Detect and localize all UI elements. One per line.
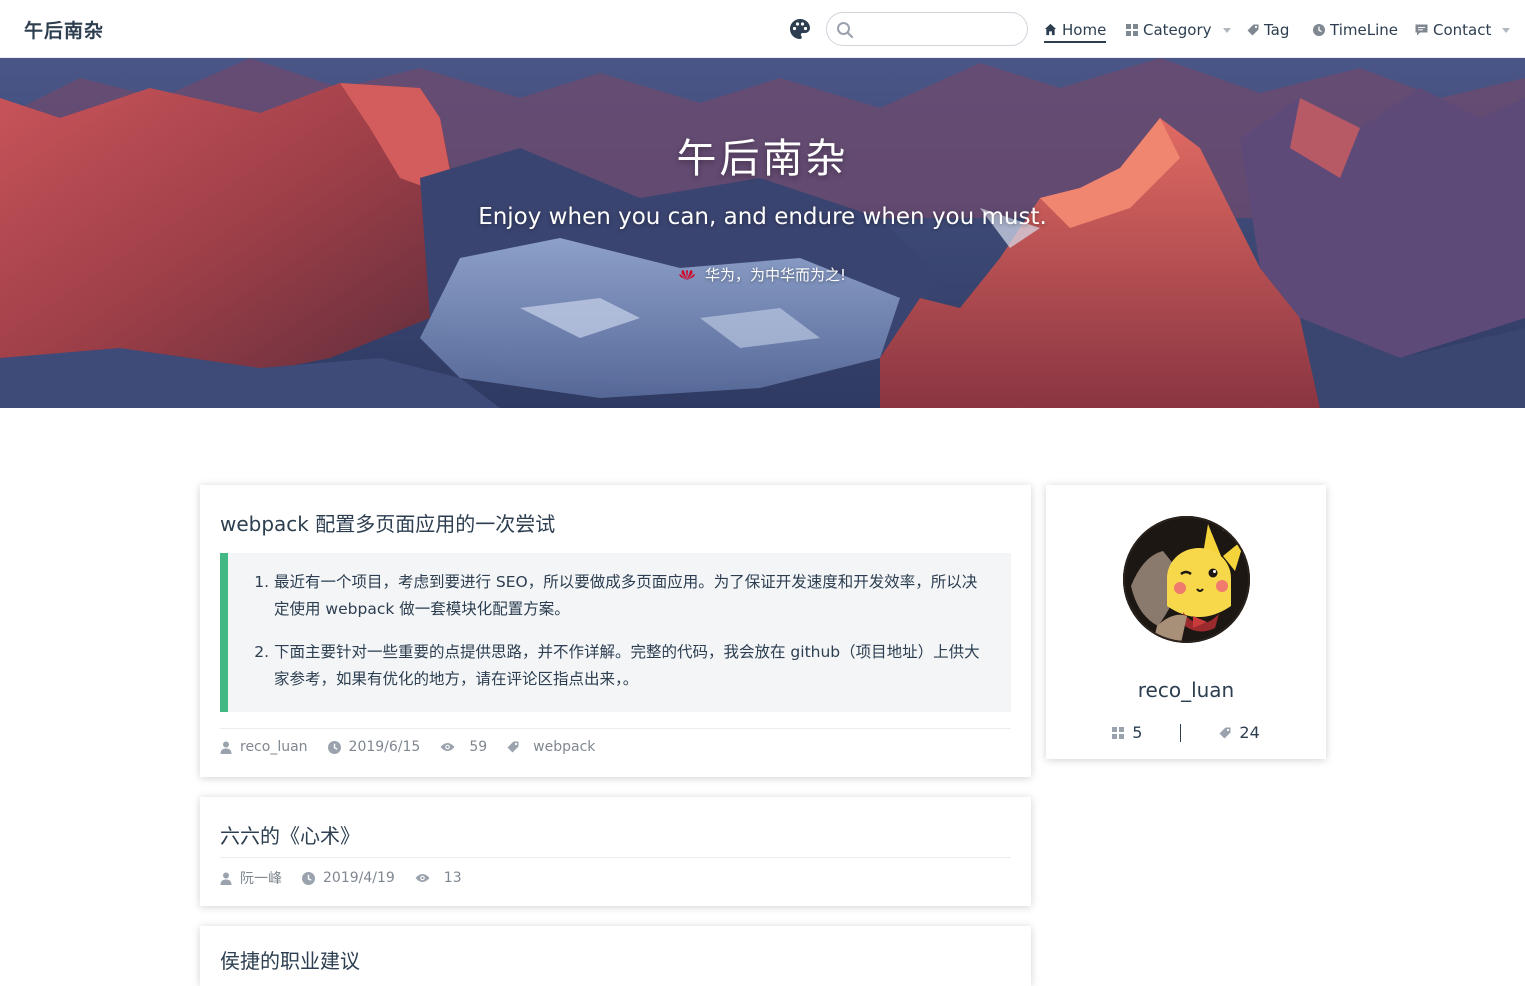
hero-banner: 午后南杂 Enjoy when you can, and endure when…: [0, 58, 1525, 408]
post-meta: reco_luan 2019/6/15 59 webpack: [220, 739, 615, 755]
post-title[interactable]: 六六的《心术》: [220, 820, 360, 849]
post-meta: 阮一峰 2019/4/19 13: [220, 868, 482, 888]
nav-contact-label: Contact: [1433, 21, 1492, 39]
user-icon: [220, 872, 232, 885]
profile-card: reco_luan 5 24: [1046, 485, 1326, 759]
abstract-item: 最近有一个项目，考虑到要进行 SEO，所以要做成多页面应用。为了保证开发速度和开…: [274, 569, 991, 623]
nav-tag-label: Tag: [1264, 21, 1290, 39]
post-tag[interactable]: webpack: [507, 739, 595, 755]
post-date: 2019/6/15: [327, 739, 420, 755]
grid-icon: [1126, 24, 1138, 36]
divider: [220, 857, 1011, 858]
post-abstract: 最近有一个项目，考虑到要进行 SEO，所以要做成多页面应用。为了保证开发速度和开…: [220, 553, 1011, 712]
profile-category-count[interactable]: 5: [1112, 723, 1142, 742]
clock-icon: [327, 740, 341, 754]
post-author: reco_luan: [220, 739, 308, 755]
post-views: 13: [415, 870, 462, 886]
post-date: 2019/4/19: [302, 870, 395, 886]
tag-icon: [507, 741, 519, 753]
hero-title: 午后南杂: [676, 136, 849, 182]
huawei-logo-icon: [679, 269, 695, 280]
abstract-item: 下面主要针对一些重要的点提供思路，并不作详解。完整的代码，我会放在 github…: [274, 639, 991, 693]
hero-slogan: 华为，为中华而为之!: [0, 264, 1525, 285]
hero-slogan-text: 华为，为中华而为之!: [704, 266, 846, 284]
post-card: 侯捷的职业建议: [200, 926, 1031, 986]
message-icon: [1415, 24, 1428, 36]
post-title[interactable]: webpack 配置多页面应用的一次尝试: [220, 508, 555, 537]
nav-timeline-label: TimeLine: [1330, 21, 1398, 39]
nav-category-label: Category: [1143, 21, 1212, 39]
post-views: 59: [440, 739, 487, 755]
palette-icon[interactable]: [788, 17, 812, 41]
nav-home[interactable]: Home: [1044, 19, 1107, 43]
home-icon: [1044, 23, 1057, 36]
post-title[interactable]: 侯捷的职业建议: [220, 945, 360, 974]
profile-stats: 5 24: [1046, 723, 1326, 742]
hero-subtitle: Enjoy when you can, and endure when you …: [478, 204, 1047, 230]
tag-icon: [1219, 727, 1231, 738]
eye-icon: [415, 874, 430, 882]
chevron-down-icon: [1222, 27, 1231, 33]
navbar: 午后南杂 Home Category Tag TimeLine Contact: [0, 0, 1525, 58]
post-author: 阮一峰: [220, 868, 282, 888]
nav-tag[interactable]: Tag: [1247, 19, 1289, 41]
search-input[interactable]: [861, 17, 1019, 41]
chevron-down-icon: [1502, 27, 1511, 33]
avatar: [1123, 516, 1250, 643]
profile-name: reco_luan: [1137, 678, 1235, 702]
pikachu-avatar-image: [1123, 516, 1250, 643]
clock-icon: [302, 871, 315, 885]
nav-home-label: Home: [1062, 20, 1107, 39]
post-card: 六六的《心术》 阮一峰 2019/4/19 13: [200, 797, 1031, 906]
site-name[interactable]: 午后南杂: [24, 16, 104, 43]
clock-icon: [1313, 24, 1325, 36]
stats-divider: [1180, 723, 1182, 742]
divider: [220, 728, 1011, 729]
nav-contact[interactable]: Contact: [1415, 19, 1511, 41]
search-icon: [837, 22, 854, 39]
nav-timeline[interactable]: TimeLine: [1313, 19, 1398, 41]
user-icon: [220, 741, 232, 754]
mountain-background-image: [0, 58, 1525, 408]
eye-icon: [440, 743, 455, 751]
grid-icon: [1112, 726, 1125, 739]
tag-icon: [1247, 24, 1259, 36]
post-card: webpack 配置多页面应用的一次尝试 最近有一个项目，考虑到要进行 SEO，…: [200, 485, 1031, 777]
profile-tag-count[interactable]: 24: [1219, 723, 1260, 742]
search-box[interactable]: [826, 12, 1028, 46]
nav-category[interactable]: Category: [1126, 19, 1231, 41]
